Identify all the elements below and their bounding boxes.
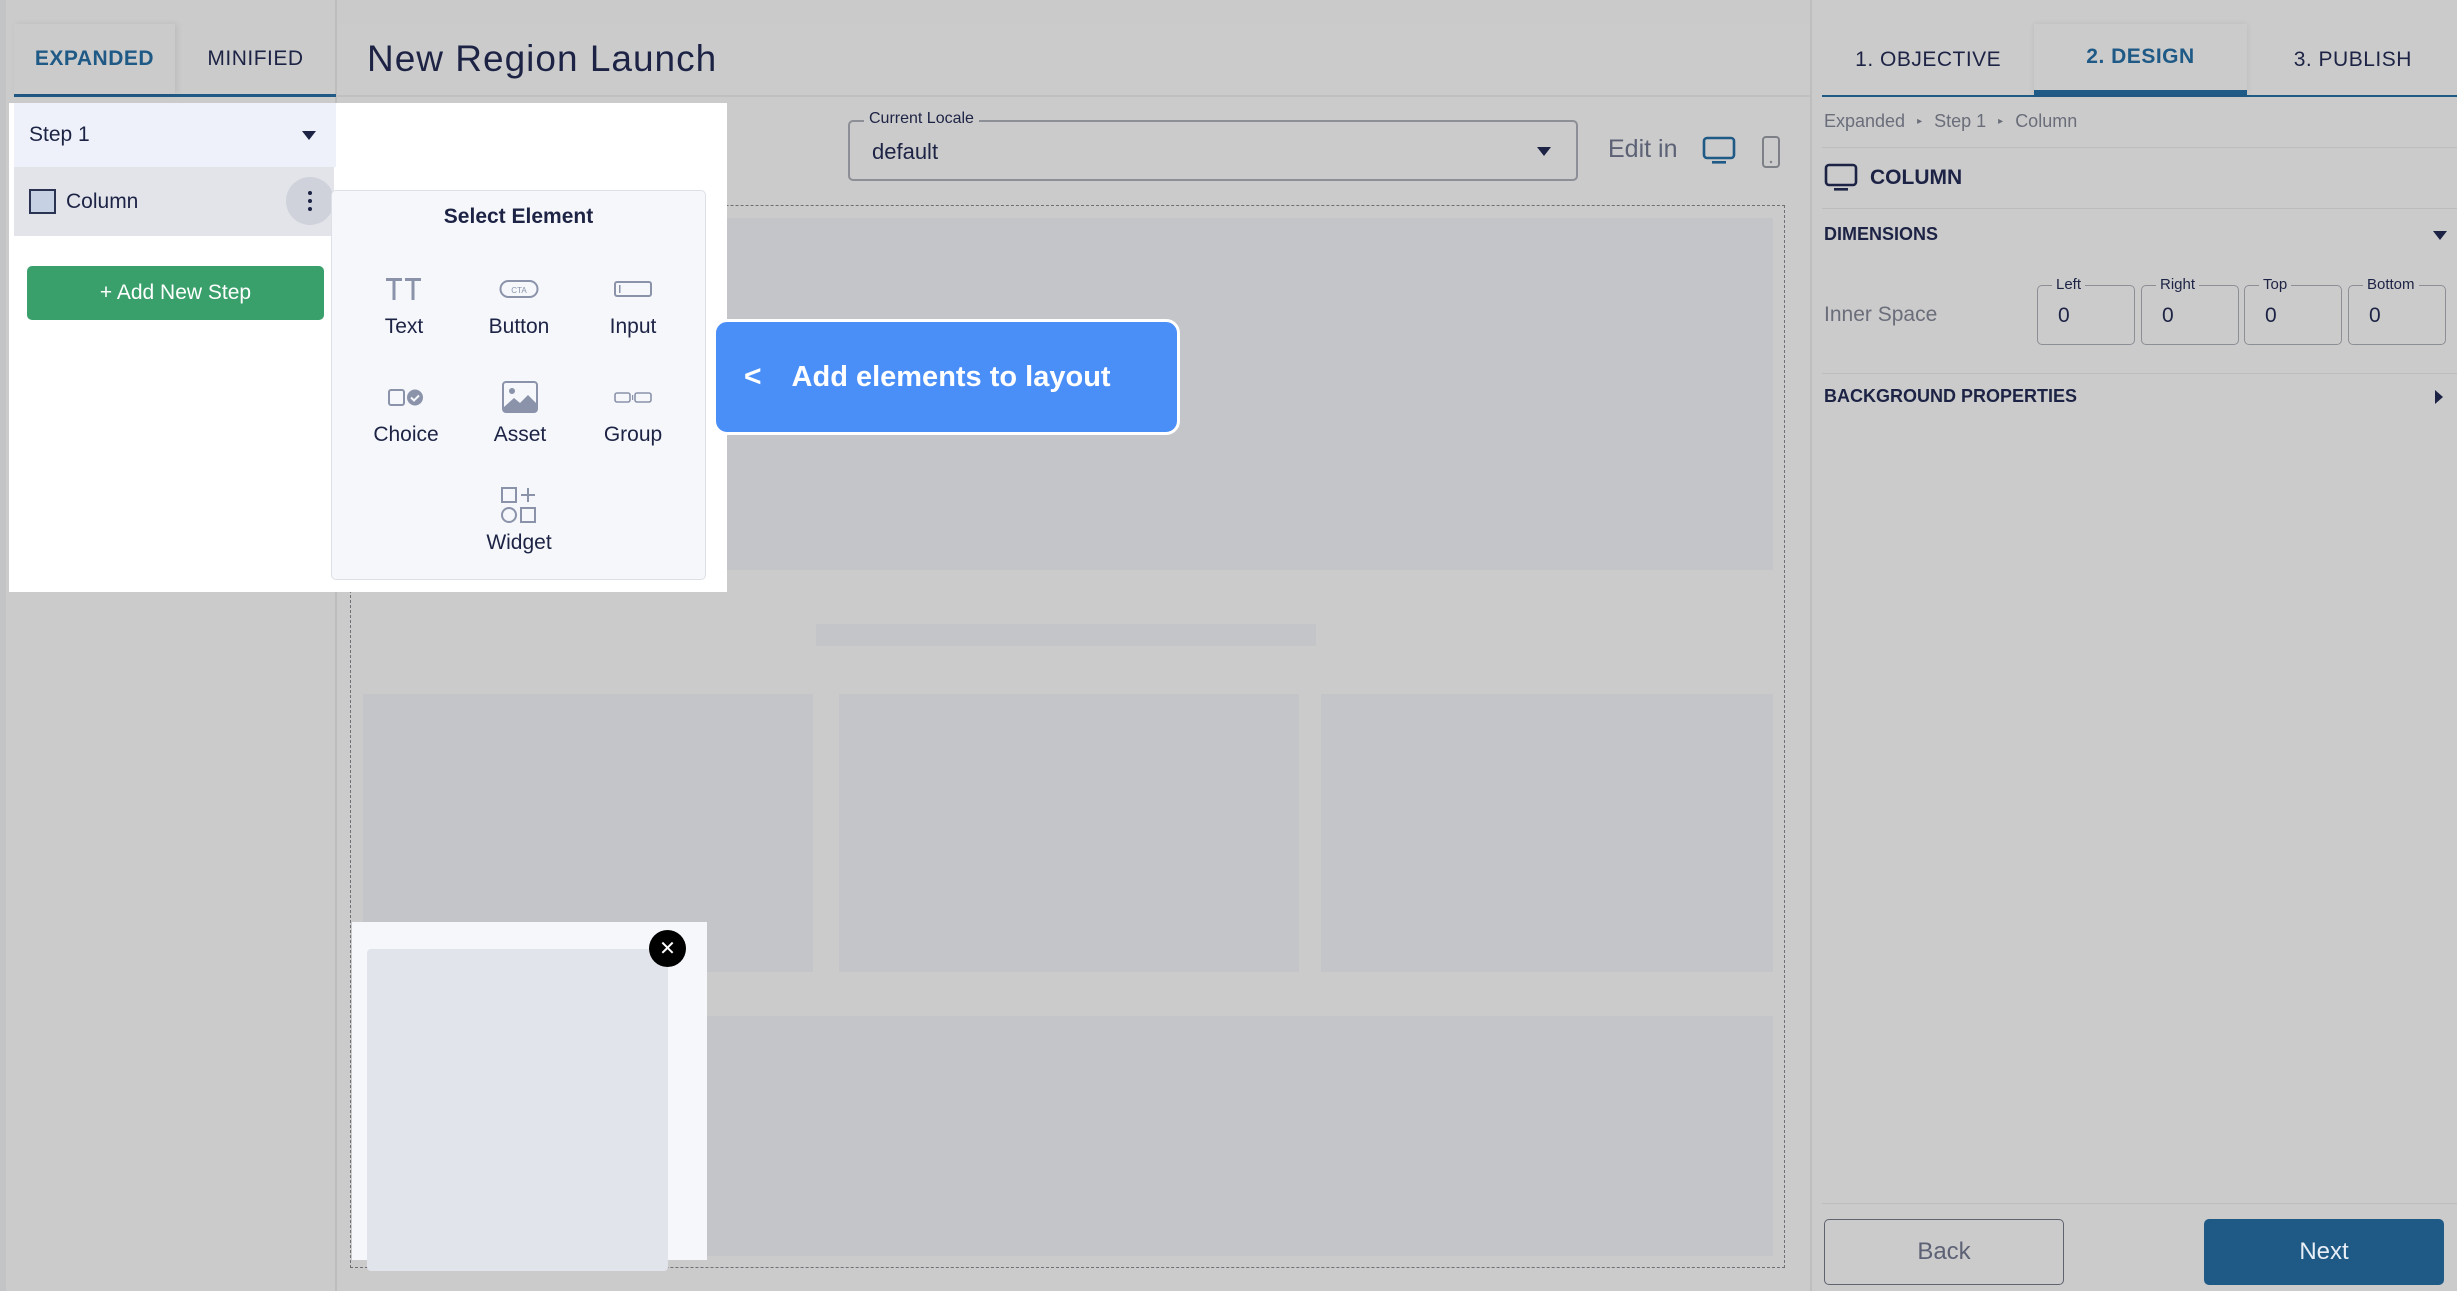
monitor-icon xyxy=(1824,163,1858,191)
field-value: 0 xyxy=(2265,304,2277,327)
text-icon xyxy=(349,269,459,309)
element-label: Asset xyxy=(493,423,547,446)
select-element-title: Select Element xyxy=(443,205,594,228)
field-legend: Bottom xyxy=(2363,276,2419,293)
caret-right-icon[interactable] xyxy=(2435,390,2443,404)
caret-down-icon xyxy=(302,130,316,140)
breadcrumb-separator-icon: ▸ xyxy=(1998,116,2004,127)
breadcrumb-item[interactable]: Step 1 xyxy=(1934,111,1986,132)
locale-select[interactable]: Current Locale default xyxy=(848,110,1578,181)
edit-in-label: Edit in xyxy=(1608,135,1678,163)
kebab-dot xyxy=(308,199,312,203)
back-button[interactable]: Back xyxy=(1824,1219,2064,1285)
background-properties-toggle[interactable]: BACKGROUND PROPERTIES xyxy=(1824,386,2077,407)
popup-preview: ✕ xyxy=(352,922,707,1271)
element-text[interactable]: Text xyxy=(349,269,459,339)
dimensions-section-toggle[interactable]: DIMENSIONS xyxy=(1824,224,1938,245)
onboarding-tooltip: < Add elements to layout xyxy=(713,319,1180,435)
element-label: Choice xyxy=(373,423,439,446)
add-new-step-button[interactable]: + Add New Step xyxy=(27,266,324,320)
mobile-view-icon[interactable] xyxy=(1761,136,1781,173)
field-legend: Left xyxy=(2052,276,2086,293)
field-value: 0 xyxy=(2162,304,2174,327)
inner-space-left-field[interactable]: Left 0 xyxy=(2037,276,2135,345)
image-icon xyxy=(465,377,575,417)
divider xyxy=(1822,208,2457,209)
breadcrumb-item[interactable]: Expanded xyxy=(1824,111,1905,132)
column-swatch-icon xyxy=(29,189,56,214)
group-icon xyxy=(578,377,688,417)
element-heading: COLUMN xyxy=(1824,163,1962,193)
element-label: Widget xyxy=(486,531,552,554)
breadcrumb-separator-icon: ▸ xyxy=(1917,116,1923,127)
next-button[interactable]: Next xyxy=(2204,1219,2444,1285)
popup-preview-body xyxy=(367,949,668,1271)
caret-down-icon[interactable] xyxy=(2433,231,2447,240)
placeholder-heading-bar xyxy=(816,624,1316,646)
element-widget[interactable]: Widget xyxy=(464,485,574,555)
tooltip-text: Add elements to layout xyxy=(791,360,1111,393)
kebab-dot xyxy=(308,207,312,211)
locale-label: Current Locale xyxy=(864,110,979,128)
choice-icon xyxy=(351,377,461,417)
view-tabs: EXPANDED MINIFIED xyxy=(14,24,336,97)
svg-text:CTA: CTA xyxy=(511,286,527,295)
button-cta-icon: CTA xyxy=(464,269,574,309)
tab-expanded[interactable]: EXPANDED xyxy=(14,24,175,94)
widget-icon xyxy=(464,485,574,525)
element-button[interactable]: CTA Button xyxy=(464,269,574,339)
field-value: 0 xyxy=(2058,304,2070,327)
tab-publish[interactable]: 3. PUBLISH xyxy=(2247,24,2457,95)
sidebar-edge xyxy=(0,0,6,1291)
layer-item-column[interactable]: Column xyxy=(14,167,334,236)
kebab-dot xyxy=(308,191,312,195)
inner-space-label: Inner Space xyxy=(1824,303,1938,326)
caret-down-icon xyxy=(1537,147,1551,156)
divider xyxy=(1822,1203,2457,1204)
desktop-view-icon[interactable] xyxy=(1702,136,1736,171)
placeholder-card-3 xyxy=(1321,694,1773,972)
tab-minified[interactable]: MINIFIED xyxy=(175,24,336,94)
element-asset[interactable]: Asset xyxy=(465,377,575,447)
step-select-value: Step 1 xyxy=(29,123,90,146)
right-panel: 1. OBJECTIVE 2. DESIGN 3. PUBLISH Expand… xyxy=(1810,0,2457,1291)
field-legend: Right xyxy=(2156,276,2200,293)
element-label: Button xyxy=(488,315,550,338)
inner-space-right-field[interactable]: Right 0 xyxy=(2141,276,2239,345)
placeholder-card-2 xyxy=(839,694,1299,972)
element-heading-text: COLUMN xyxy=(1870,166,1963,189)
breadcrumb-item: Column xyxy=(2015,111,2078,131)
element-input[interactable]: Input xyxy=(578,269,688,339)
tab-objective[interactable]: 1. OBJECTIVE xyxy=(1822,24,2034,95)
breadcrumb: Expanded ▸ Step 1 ▸ Column xyxy=(1824,111,2077,132)
locale-value: default xyxy=(872,139,939,164)
step-select[interactable]: Step 1 xyxy=(14,103,336,167)
wizard-tabs: 1. OBJECTIVE 2. DESIGN 3. PUBLISH xyxy=(1822,24,2457,97)
layer-item-label: Column xyxy=(66,189,139,213)
chevron-left-icon: < xyxy=(744,360,762,393)
element-group[interactable]: Group xyxy=(578,377,688,447)
field-value: 0 xyxy=(2369,304,2381,327)
inner-space-top-field[interactable]: Top 0 xyxy=(2244,276,2342,345)
select-element-popup: Select Element Text CTA Button Input Cho… xyxy=(331,190,706,580)
input-icon xyxy=(578,269,688,309)
divider xyxy=(1822,373,2457,374)
close-icon[interactable]: ✕ xyxy=(649,930,686,967)
element-choice[interactable]: Choice xyxy=(351,377,461,447)
element-label: Text xyxy=(384,315,424,338)
element-label: Input xyxy=(609,315,657,338)
tab-design[interactable]: 2. DESIGN xyxy=(2034,24,2247,95)
page-title: New Region Launch xyxy=(367,38,718,79)
divider xyxy=(1822,147,2457,148)
element-label: Group xyxy=(603,423,663,446)
field-legend: Top xyxy=(2259,276,2292,293)
more-options-button[interactable] xyxy=(286,177,334,225)
header-divider xyxy=(337,95,1810,97)
inner-space-bottom-field[interactable]: Bottom 0 xyxy=(2348,276,2446,345)
